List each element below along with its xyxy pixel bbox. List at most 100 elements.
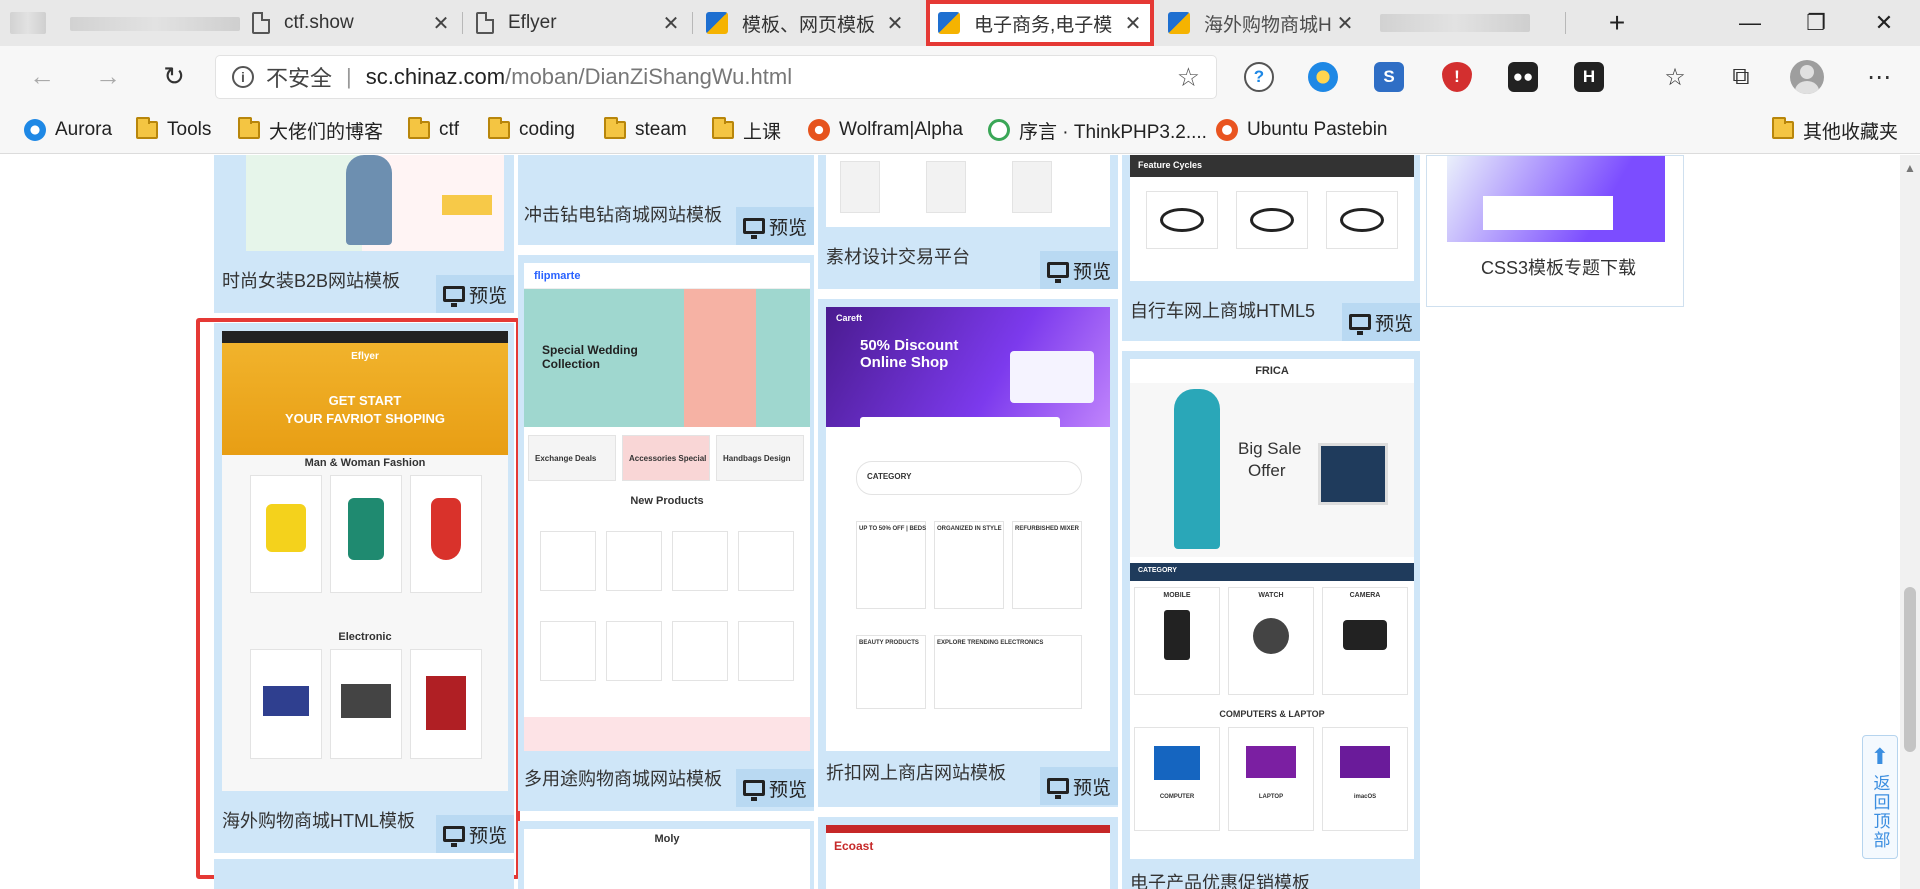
forward-button[interactable]: → <box>88 56 128 96</box>
tab-ctfshow[interactable]: ctf.show ✕ <box>240 0 462 46</box>
vpn-globe-icon[interactable] <box>1308 62 1338 92</box>
template-card[interactable]: flipmarte Special Wedding Collection Exc… <box>518 255 814 811</box>
folder-icon <box>408 117 430 139</box>
product-tile <box>672 621 728 681</box>
template-card[interactable]: Feature Cycles 自行车网上商城HTML5 预览 <box>1122 155 1420 341</box>
blurred-tab[interactable] <box>70 17 240 31</box>
close-icon[interactable]: ✕ <box>1124 11 1142 36</box>
s-extension-icon[interactable]: S <box>1374 62 1404 92</box>
template-title[interactable]: 电子产品优惠促销模板 <box>1130 869 1310 889</box>
url-host: sc.chinaz.com <box>365 64 506 89</box>
reload-button[interactable]: ↻ <box>154 56 194 96</box>
bookmark-ubuntu[interactable]: Ubuntu Pastebin <box>1216 116 1388 144</box>
template-title[interactable]: 时尚女装B2B网站模板 <box>222 267 400 293</box>
template-thumbnail[interactable]: FRICA Big Sale Offer CATEGORY MOBILE WAT… <box>1130 359 1414 859</box>
bookmark-class[interactable]: 上课 <box>712 116 781 144</box>
template-thumbnail[interactable]: Moly <box>524 829 810 889</box>
close-icon[interactable]: ✕ <box>886 11 904 36</box>
template-thumbnail[interactable] <box>1447 156 1665 242</box>
search-box <box>860 417 1060 433</box>
preview-button[interactable]: 预览 <box>736 207 814 245</box>
preview-button[interactable]: 预览 <box>1342 303 1420 341</box>
product-tile: imacOS <box>1322 727 1408 831</box>
promo-tile: Accessories Special <box>622 435 710 481</box>
bookmark-aurora[interactable]: Aurora <box>24 116 112 144</box>
bookmark-steam[interactable]: steam <box>604 116 687 144</box>
folder-icon <box>488 117 510 139</box>
product-tile: LAPTOP <box>1228 727 1314 831</box>
template-title[interactable]: 自行车网上商城HTML5 <box>1130 297 1315 323</box>
new-tab-button[interactable]: + <box>1588 0 1646 46</box>
template-card[interactable]: Moly <box>518 821 814 889</box>
bicycle-tile <box>1236 191 1308 249</box>
restore-button[interactable]: ❐ <box>1784 0 1848 46</box>
template-title[interactable]: 折扣网上商店网站模板 <box>826 759 1006 785</box>
template-thumbnail[interactable]: Careft 50% Discount Online Shop CATEGORY… <box>826 307 1110 751</box>
hero-title: Big Sale <box>1238 439 1302 458</box>
preview-button[interactable]: 预览 <box>436 275 514 313</box>
preview-button[interactable]: 预览 <box>1040 767 1118 805</box>
bookmark-thinkphp[interactable]: 序言 · ThinkPHP3.2.... <box>988 116 1207 144</box>
template-card[interactable]: 素材设计交易平台 预览 <box>818 155 1118 289</box>
template-title[interactable]: 多用途购物商城网站模板 <box>524 765 722 791</box>
preview-button[interactable]: 预览 <box>736 769 814 807</box>
template-title[interactable]: 冲击钻电钻商城网站模板 <box>524 201 722 227</box>
brand-name: Careft <box>836 313 863 323</box>
back-to-top-button[interactable]: ⬆ 返回顶部 <box>1862 735 1898 859</box>
monitor-icon <box>742 780 765 801</box>
promo-tile: UP TO 50% OFF | BEDS <box>856 521 926 609</box>
password-manager-icon[interactable]: ? <box>1244 62 1274 92</box>
bookmark-tools[interactable]: Tools <box>136 116 211 144</box>
template-card[interactable]: CSS3模板专题下载 <box>1426 155 1684 307</box>
template-thumbnail[interactable] <box>246 155 504 251</box>
hero-title: 50% Discount Online Shop <box>860 337 959 371</box>
avatar[interactable] <box>1790 60 1824 94</box>
template-card[interactable]: Careft 50% Discount Online Shop CATEGORY… <box>818 299 1118 807</box>
blurred-tab[interactable] <box>1380 14 1530 32</box>
minimize-button[interactable]: — <box>1718 0 1782 46</box>
address-bar[interactable]: i 不安全 | sc.chinaz.com /moban/DianZiShang… <box>216 56 1216 98</box>
promo-tile: Handbags Design <box>716 435 804 481</box>
close-icon[interactable]: ✕ <box>662 11 680 36</box>
preview-button[interactable]: 预览 <box>1040 251 1118 289</box>
template-card[interactable]: Ecoast <box>818 817 1118 889</box>
bookmark-wolfram[interactable]: Wolfram|Alpha <box>808 116 963 144</box>
scroll-up-arrow-icon[interactable]: ▲ <box>1904 161 1916 175</box>
bookmark-ctf[interactable]: ctf <box>408 116 459 144</box>
close-icon[interactable]: ✕ <box>1336 11 1354 36</box>
template-card[interactable]: 时尚女装B2B网站模板 预览 <box>214 155 514 313</box>
tampermonkey-icon[interactable]: ●● <box>1508 62 1538 92</box>
template-card[interactable] <box>214 859 514 889</box>
window-close-button[interactable]: ✕ <box>1852 0 1916 46</box>
template-thumbnail[interactable]: Ecoast <box>826 825 1110 889</box>
template-thumbnail[interactable]: flipmarte Special Wedding Collection Exc… <box>524 263 810 751</box>
template-thumbnail[interactable]: Feature Cycles <box>1130 155 1414 281</box>
bookmark-blogs[interactable]: 大佬们的博客 <box>238 116 383 144</box>
promo-tile: REFURBISHED MIXER <box>1012 521 1082 609</box>
product-tile <box>738 621 794 681</box>
tab-eflyer[interactable]: Eflyer ✕ <box>464 0 692 46</box>
template-title[interactable]: CSS3模板专题下载 <box>1481 254 1636 280</box>
tab-overseas-mall[interactable]: 海外购物商城H ✕ <box>1156 0 1366 46</box>
back-button[interactable]: ← <box>22 56 62 96</box>
scrollbar-thumb[interactable] <box>1904 587 1916 752</box>
h-extension-icon[interactable]: H <box>1574 62 1604 92</box>
collections-icon[interactable]: ⧉ <box>1724 60 1758 94</box>
template-title[interactable]: 素材设计交易平台 <box>826 243 970 269</box>
close-icon[interactable]: ✕ <box>432 11 450 36</box>
vertical-scrollbar[interactable]: ▲ <box>1900 155 1920 889</box>
template-card[interactable]: 冲击钻电钻商城网站模板 预览 <box>518 155 814 245</box>
other-bookmarks[interactable]: 其他收藏夹 <box>1772 116 1898 144</box>
bookmark-coding[interactable]: coding <box>488 116 575 144</box>
tab-chinaz-templates[interactable]: 模板、网页模板 ✕ <box>694 0 916 46</box>
template-card[interactable]: FRICA Big Sale Offer CATEGORY MOBILE WAT… <box>1122 351 1420 889</box>
favorite-star-icon[interactable]: ☆ <box>1177 62 1200 93</box>
template-thumbnail[interactable] <box>826 155 1110 227</box>
monitor-icon <box>1046 262 1069 283</box>
favorites-list-icon[interactable]: ☆ <box>1658 60 1692 94</box>
more-menu-icon[interactable]: ⋯ <box>1862 60 1896 94</box>
info-icon[interactable]: i <box>232 66 254 88</box>
tab-ecommerce-active[interactable]: 电子商务,电子模 ✕ <box>926 0 1154 46</box>
adblock-icon[interactable]: ! <box>1442 62 1472 92</box>
tab-separator <box>1565 12 1566 34</box>
